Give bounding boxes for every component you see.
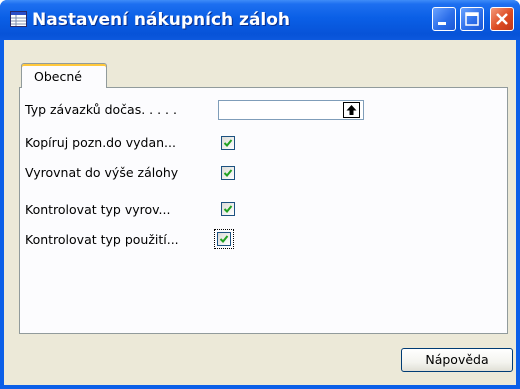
kopiruj-pozn-label: Kopíruj pozn.do vydan...: [25, 135, 176, 150]
tab-obecne[interactable]: Obecné: [21, 63, 107, 88]
vyrovnat-label: Vyrovnat do výše zálohy: [25, 165, 179, 180]
window-title: Nastavení nákupních záloh: [32, 10, 291, 30]
typ-zavazku-field[interactable]: [218, 100, 364, 120]
help-button[interactable]: Nápověda: [401, 348, 513, 372]
tab-label: Obecné: [34, 69, 82, 84]
checkmark-icon: [223, 169, 233, 177]
lookup-arrow-icon: [346, 105, 357, 115]
close-button[interactable]: [490, 7, 514, 31]
kontrolovat-pouziti-checkbox[interactable]: [217, 232, 231, 246]
typ-zavazku-label: Typ závazků dočas. . . . .: [25, 102, 177, 117]
title-bar[interactable]: Nastavení nákupních záloh: [0, 0, 520, 40]
vyrovnat-checkbox[interactable]: [221, 166, 235, 180]
minimize-icon: [438, 22, 446, 25]
maximize-icon: [465, 12, 479, 26]
checkmark-icon: [223, 139, 233, 147]
kontrolovat-pouziti-label: Kontrolovat typ použití...: [25, 232, 179, 247]
kontrolovat-vyrov-checkbox[interactable]: [221, 202, 235, 216]
maximize-button[interactable]: [460, 7, 484, 31]
dialog-window: Nastavení nákupních záloh Obecné Typ záv…: [0, 0, 520, 389]
checkmark-icon: [219, 235, 229, 243]
dialog-body: Obecné Typ závazků dočas. . . . . Kopíru…: [4, 40, 516, 385]
checkmark-icon: [223, 205, 233, 213]
kopiruj-pozn-checkbox[interactable]: [221, 136, 235, 150]
lookup-button[interactable]: [343, 102, 360, 118]
kontrolovat-vyrov-label: Kontrolovat typ vyrov...: [25, 202, 171, 217]
minimize-button[interactable]: [432, 7, 456, 31]
table-form-icon: [10, 11, 27, 27]
close-icon: [496, 13, 508, 25]
